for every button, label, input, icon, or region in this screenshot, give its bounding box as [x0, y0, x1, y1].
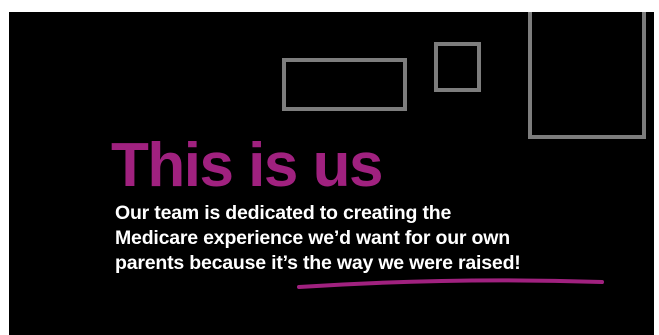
banner-title: This is us — [111, 131, 383, 200]
banner-body-line: Medicare experience we’d want for our ow… — [115, 227, 510, 249]
decorative-frame-wide — [282, 58, 407, 111]
banner-body-line: parents because it’s the way we were rai… — [115, 252, 521, 274]
hero-banner: This is us Our team is dedicated to crea… — [9, 12, 654, 335]
banner-body-text: Our team is dedicated to creating the Me… — [115, 201, 521, 276]
banner-body-line: Our team is dedicated to creating the — [115, 202, 452, 224]
brush-underline — [297, 278, 604, 289]
decorative-frame-large — [528, 12, 646, 139]
decorative-frame-small — [434, 42, 481, 92]
